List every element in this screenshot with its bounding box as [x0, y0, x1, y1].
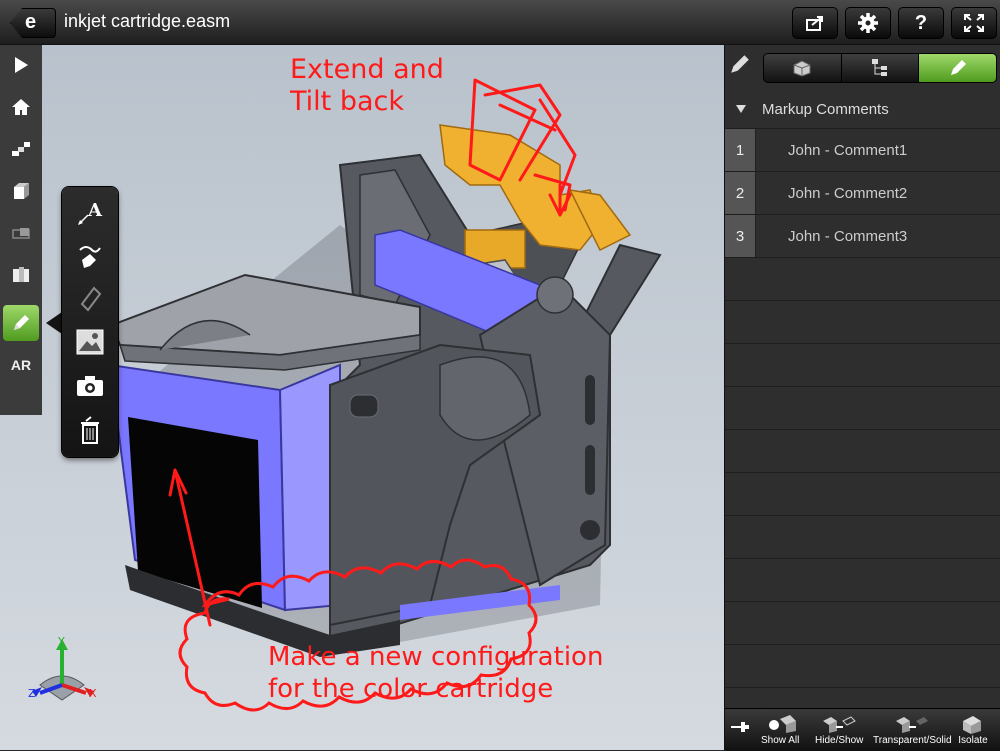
triad-y-label: Y [57, 635, 65, 648]
home-icon [12, 99, 30, 115]
fullscreen-button[interactable] [951, 7, 997, 39]
hide-show-icon [823, 716, 857, 733]
show-all-icon [769, 715, 797, 733]
transparent-solid-button[interactable]: Transparent/Solid [873, 713, 952, 746]
section-title: Markup Comments [762, 100, 889, 118]
annotation-extend-line1: Extend and [290, 54, 444, 85]
triad-z-label: Z [28, 687, 36, 700]
ar-button[interactable]: AR [0, 345, 42, 385]
play-button[interactable] [0, 45, 42, 85]
markup-comments-header[interactable]: Markup Comments [725, 90, 1000, 129]
explode-icon [12, 142, 30, 156]
show-all-label: Show All [761, 735, 800, 746]
pencil-icon [731, 55, 749, 73]
freehand-tool-button[interactable] [72, 239, 108, 273]
comment-text: John - Comment2 [788, 184, 908, 202]
ar-label: AR [10, 357, 32, 373]
section-icon [12, 228, 30, 239]
isolate-icon [963, 716, 981, 734]
annotation-extend-line2: Tilt back [289, 86, 404, 117]
tab-parts[interactable] [764, 54, 842, 82]
back-button[interactable]: e [10, 8, 56, 38]
eraser-tool-button[interactable] [72, 281, 108, 315]
comment-text: John - Comment3 [788, 227, 908, 245]
eraser-icon [80, 286, 102, 312]
empty-row [725, 516, 1000, 559]
image-tool-button[interactable] [72, 325, 108, 359]
views-button[interactable] [0, 171, 42, 211]
hide-show-label: Hide/Show [815, 735, 864, 746]
collapse-triangle-icon [736, 105, 746, 113]
delete-tool-button[interactable] [72, 413, 108, 447]
empty-row [725, 344, 1000, 387]
empty-row [725, 473, 1000, 516]
comment-number: 2 [725, 172, 756, 214]
triad-x-label: X [89, 687, 97, 700]
orientation-triad[interactable]: Y X Z [28, 635, 97, 701]
empty-row [725, 602, 1000, 645]
freehand-icon [79, 246, 101, 268]
comment-number: 3 [725, 215, 756, 257]
left-toolbar: AR [0, 45, 42, 415]
fullscreen-icon [964, 14, 984, 32]
top-toolbar: e inkjet cartridge.easm ? [0, 0, 1000, 45]
markup-button[interactable] [3, 305, 39, 341]
help-label: ? [914, 11, 928, 34]
configuration-icon [13, 267, 29, 282]
share-icon [806, 16, 823, 31]
empty-row [725, 301, 1000, 344]
empty-row [725, 387, 1000, 430]
comment-row[interactable]: 2 John - Comment2 [725, 172, 1000, 215]
pin-icon [731, 722, 749, 732]
pin-button[interactable] [729, 719, 751, 735]
comment-row[interactable]: 1 John - Comment1 [725, 129, 1000, 172]
image-icon [76, 329, 104, 355]
text-tool-button[interactable]: A [72, 195, 108, 229]
camera-tool-button[interactable] [72, 369, 108, 403]
settings-button[interactable] [845, 7, 891, 39]
views-icon [14, 183, 29, 199]
explode-button[interactable] [0, 129, 42, 169]
comment-text: John - Comment1 [788, 141, 908, 159]
tab-markup[interactable] [919, 54, 996, 82]
empty-row [725, 430, 1000, 473]
popover-pointer [46, 312, 62, 334]
cloud-note-line2: for the color cartridge [268, 674, 553, 704]
comment-number: 1 [725, 129, 756, 171]
empty-row [725, 559, 1000, 602]
empty-row [725, 258, 1000, 301]
markup-pencil-icon [14, 315, 29, 330]
app-logo: e [25, 11, 37, 33]
configuration-button[interactable] [0, 255, 42, 295]
comment-row[interactable]: 3 John - Comment3 [725, 215, 1000, 258]
share-button[interactable] [792, 7, 838, 39]
section-button[interactable] [0, 213, 42, 253]
text-icon: A [78, 200, 103, 225]
text-tool-label: A [87, 200, 103, 221]
tab-tree[interactable] [842, 54, 920, 82]
isolate-button[interactable]: Isolate [955, 713, 991, 746]
hide-show-button[interactable]: Hide/Show [815, 713, 863, 746]
transparent-solid-icon [896, 717, 929, 733]
home-button[interactable] [0, 87, 42, 127]
play-icon [15, 57, 28, 73]
gear-icon [858, 13, 878, 33]
document-title: inkjet cartridge.easm [64, 11, 231, 31]
camera-icon [77, 376, 103, 396]
trash-icon [81, 416, 99, 444]
show-all-button[interactable]: Show All [761, 713, 799, 746]
isolate-label: Isolate [958, 735, 988, 746]
empty-row [725, 645, 1000, 688]
markup-icon [950, 60, 966, 75]
transparent-solid-label: Transparent/Solid [873, 735, 952, 746]
panel-tab-control [763, 53, 997, 83]
parts-icon [793, 60, 811, 77]
side-panel: Markup Comments 1 John - Comment1 2 John… [724, 45, 1000, 751]
help-button[interactable]: ? [898, 7, 944, 39]
tree-icon [872, 59, 887, 76]
cloud-note-line1: Make a new configuration [268, 642, 603, 672]
bottom-action-bar: Show All Hide/Show Transparent/Solid Iso… [725, 708, 1000, 751]
markup-tools-popover: A [62, 187, 118, 457]
